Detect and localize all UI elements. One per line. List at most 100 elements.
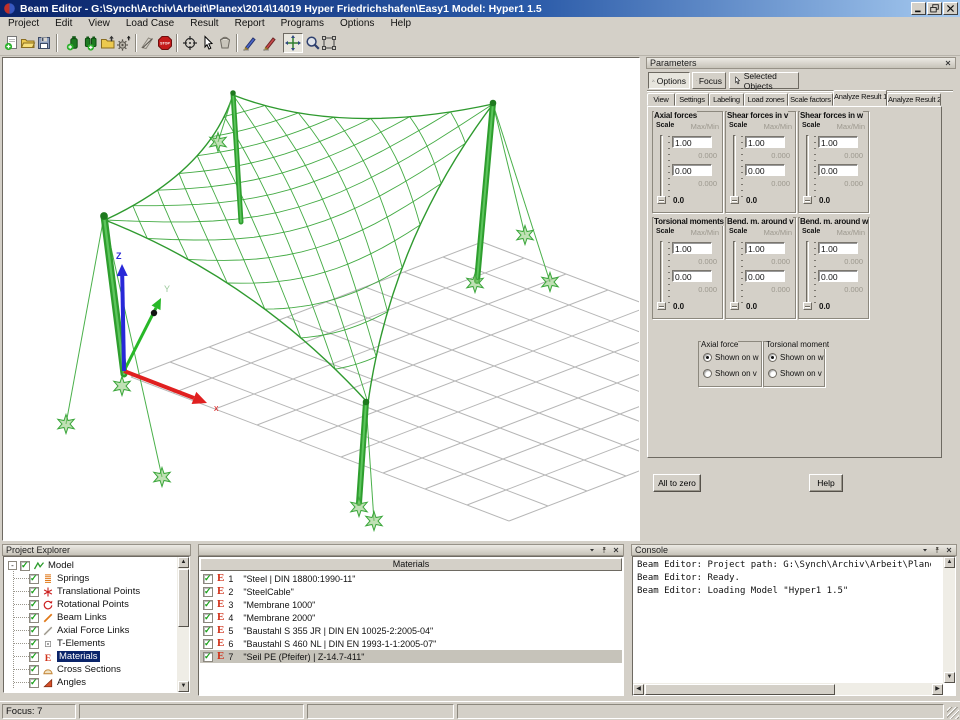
materials-close-icon[interactable] <box>610 545 621 555</box>
scale-value-field[interactable]: 1.00 <box>672 242 712 254</box>
mode-button-options[interactable]: Options <box>648 72 690 89</box>
restore-button[interactable] <box>927 2 942 15</box>
tree-checkbox[interactable] <box>29 626 39 636</box>
offset-value-field[interactable]: 0.00 <box>745 164 785 176</box>
help-button[interactable]: Help <box>809 474 843 492</box>
offset-value-field[interactable]: 0.00 <box>672 270 712 282</box>
scale-value-field[interactable]: 1.00 <box>818 136 858 148</box>
mode-button-selected-objects[interactable]: Selected Objects <box>729 72 799 89</box>
material-checkbox[interactable] <box>203 600 213 610</box>
material-checkbox[interactable] <box>203 613 213 623</box>
resize-grip[interactable] <box>947 707 959 719</box>
project-tree-scrollbar[interactable]: ▲ ▼ <box>177 557 189 692</box>
focus-tool-button[interactable] <box>180 33 200 53</box>
tab-settings[interactable]: Settings <box>675 93 709 106</box>
menu-result[interactable]: Result <box>182 17 226 31</box>
tree-checkbox[interactable] <box>20 561 30 571</box>
radio-shown-on-v[interactable]: Shown on v <box>703 369 757 378</box>
material-checkbox[interactable] <box>203 639 213 649</box>
offset-value-field[interactable]: 0.00 <box>745 270 785 282</box>
tree-checkbox[interactable] <box>29 678 39 688</box>
scale-value-field[interactable]: 1.00 <box>672 136 712 148</box>
tree-item-materials[interactable]: EMaterials <box>29 650 100 663</box>
tree-item-cross-sections[interactable]: Cross Sections <box>29 663 121 676</box>
close-button[interactable] <box>943 2 958 15</box>
menu-edit[interactable]: Edit <box>47 17 80 31</box>
tree-checkbox[interactable] <box>29 665 39 675</box>
tree-item-rotational-points[interactable]: Rotational Points <box>29 598 129 611</box>
material-checkbox[interactable] <box>203 652 213 662</box>
material-row-7[interactable]: E7"Seil PE (Pfeifer) | Z-14.7-411" <box>200 650 622 663</box>
material-row-5[interactable]: E5"Baustahl S 355 JR | DIN EN 10025-2:20… <box>200 624 622 637</box>
material-row-6[interactable]: E6"Baustahl S 460 NL | DIN EN 1993-1-1:2… <box>200 637 622 650</box>
draw-cable-tool-button[interactable] <box>260 33 280 53</box>
scale-slider[interactable] <box>803 134 812 204</box>
scale-slider[interactable] <box>657 240 666 310</box>
parameters-panel-header[interactable]: Parameters <box>646 57 956 69</box>
pan-tool-button[interactable] <box>283 33 303 53</box>
console-vscrollbar[interactable]: ▲ ▼ <box>943 557 955 683</box>
material-checkbox[interactable] <box>203 626 213 636</box>
tab-labeling[interactable]: Labeling <box>709 93 744 106</box>
stop-calculation-button[interactable]: STOP <box>155 33 175 53</box>
tab-load-zones[interactable]: Load zones <box>744 93 788 106</box>
materials-list[interactable]: Materials E1"Steel | DIN 18800:1990-11"E… <box>198 556 624 696</box>
all-to-zero-button[interactable]: All to zero <box>653 474 701 492</box>
mode-button-focus[interactable]: Focus <box>692 72 726 89</box>
tree-checkbox[interactable] <box>29 639 39 649</box>
offset-value-field[interactable]: 0.00 <box>672 164 712 176</box>
tab-analyze-result-1[interactable]: Analyze Result 1 <box>833 90 887 106</box>
materials-menu-icon[interactable] <box>586 545 597 555</box>
bucket-tool-button[interactable] <box>215 33 235 53</box>
scale-value-field[interactable]: 1.00 <box>745 136 785 148</box>
draw-beam-tool-button[interactable] <box>240 33 260 53</box>
tree-item-springs[interactable]: Springs <box>29 572 89 585</box>
offset-value-field[interactable]: 0.00 <box>818 164 858 176</box>
scale-slider[interactable] <box>803 240 812 310</box>
menu-view[interactable]: View <box>80 17 118 31</box>
tab-scale-factors[interactable]: Scale factors <box>788 93 833 106</box>
zoom-extents-tool-button[interactable] <box>319 33 339 53</box>
menu-options[interactable]: Options <box>332 17 382 31</box>
minimize-button[interactable] <box>911 2 926 15</box>
console-close-icon[interactable] <box>943 545 954 555</box>
materials-pin-icon[interactable] <box>598 545 609 555</box>
materials-panel-header[interactable] <box>198 544 624 556</box>
material-checkbox[interactable] <box>203 587 213 597</box>
tree-checkbox[interactable] <box>29 613 39 623</box>
tree-item-t-elements[interactable]: T-Elements <box>29 637 105 650</box>
tree-item-model[interactable]: -Model <box>8 559 74 572</box>
tree-checkbox[interactable] <box>29 652 39 662</box>
project-explorer-header[interactable]: Project Explorer <box>2 544 191 556</box>
export-settings-button[interactable] <box>114 33 134 53</box>
menu-report[interactable]: Report <box>227 17 273 31</box>
tree-checkbox[interactable] <box>29 574 39 584</box>
tree-item-axial-force-links[interactable]: Axial Force Links <box>29 624 129 637</box>
scale-slider[interactable] <box>730 134 739 204</box>
tab-analyze-result-2[interactable]: Analyze Result 2 <box>887 93 941 106</box>
material-row-1[interactable]: E1"Steel | DIN 18800:1990-11" <box>200 572 622 585</box>
tree-checkbox[interactable] <box>29 600 39 610</box>
project-tree[interactable]: -ModelSpringsTranslational PointsRotatio… <box>3 556 190 693</box>
radio-shown-on-v[interactable]: Shown on v <box>768 369 822 378</box>
material-row-3[interactable]: E3"Membrane 1000" <box>200 598 622 611</box>
material-checkbox[interactable] <box>203 574 213 584</box>
menu-programs[interactable]: Programs <box>273 17 332 31</box>
scale-value-field[interactable]: 1.00 <box>745 242 785 254</box>
console-menu-icon[interactable] <box>919 545 930 555</box>
tab-view[interactable]: View <box>647 93 675 106</box>
expand-icon[interactable]: - <box>8 561 17 570</box>
radio-shown-on-w[interactable]: Shown on w <box>703 353 759 362</box>
scale-slider[interactable] <box>730 240 739 310</box>
tree-item-beam-links[interactable]: Beam Links <box>29 611 107 624</box>
viewport-3d[interactable]: ZYx <box>2 57 640 541</box>
console-output[interactable]: Beam Editor: Project path: G:\Synch\Arch… <box>632 556 956 696</box>
tree-checkbox[interactable] <box>29 587 39 597</box>
tree-item-angles[interactable]: Angles <box>29 676 86 689</box>
console-header[interactable]: Console <box>631 544 957 556</box>
save-project-button[interactable] <box>34 33 54 53</box>
console-pin-icon[interactable] <box>931 545 942 555</box>
material-row-2[interactable]: E2"SteelCable" <box>200 585 622 598</box>
console-hscrollbar[interactable]: ◀ ▶ <box>633 683 943 695</box>
scale-slider[interactable] <box>657 134 666 204</box>
